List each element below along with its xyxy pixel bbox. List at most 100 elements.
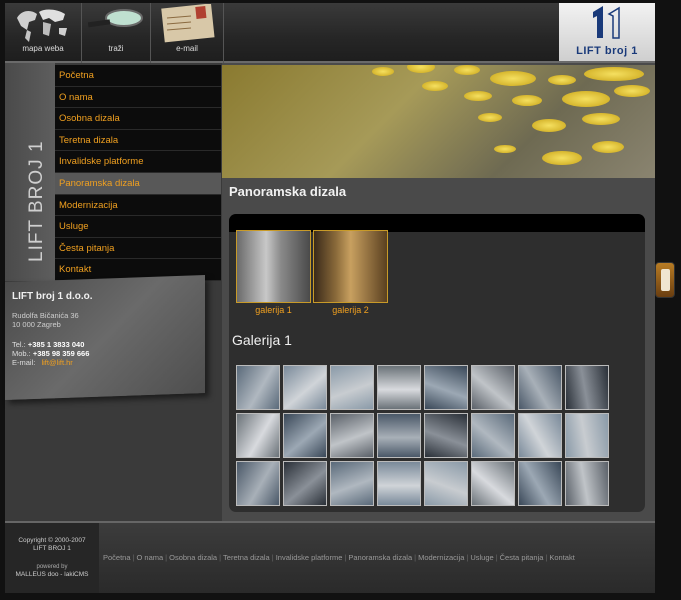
gallery-thumbnail[interactable] (565, 461, 609, 506)
footer-separator: | (545, 553, 548, 562)
banner-image (222, 65, 655, 178)
search-label: traži (108, 44, 124, 53)
footer-link[interactable]: Invalidske platforme (276, 553, 343, 562)
ceiling-light (478, 113, 502, 122)
footer-separator: | (466, 553, 469, 562)
gallery-thumbnail[interactable] (330, 413, 374, 458)
gallery-thumbnail[interactable] (565, 365, 609, 410)
copyright-text: Copyright © 2000-2007 (18, 537, 86, 544)
contact-info: LIFT broj 1 d.o.o. Rudolfa Bičanića 36 1… (12, 291, 212, 368)
page-title: Panoramska dizala (229, 184, 347, 199)
footer-link[interactable]: Kontakt (549, 553, 574, 562)
footer-link[interactable]: Početna (103, 553, 131, 562)
album-galerija-1[interactable]: galerija 1 (236, 230, 311, 315)
nav-item-panoramska-dizala[interactable]: Panoramska dizala (55, 172, 221, 195)
gallery-thumbnail[interactable] (471, 413, 515, 458)
ceiling-light (464, 91, 492, 101)
footer-link[interactable]: Modernizacija (418, 553, 464, 562)
ceiling-light (614, 85, 650, 97)
footer-link[interactable]: Teretna dizala (223, 553, 270, 562)
gallery-thumbnail[interactable] (283, 461, 327, 506)
footer-separator: | (495, 553, 498, 562)
footer-link[interactable]: O nama (136, 553, 163, 562)
ceiling-light (532, 119, 566, 132)
gallery-thumbnail[interactable] (283, 413, 327, 458)
nav-item-pocetna[interactable]: Početna (55, 65, 221, 87)
footer-separator: | (219, 553, 222, 562)
footer-credits: Copyright © 2000-2007 LIFT BROJ 1 powere… (5, 523, 99, 593)
album-caption: galerija 1 (255, 305, 292, 315)
nav-item-teretna-dizala[interactable]: Teretna dizala (55, 130, 221, 152)
footer-link[interactable]: Česta pitanja (500, 553, 544, 562)
gallery-thumbnail[interactable] (236, 365, 280, 410)
ceiling-light (494, 145, 516, 153)
tel-label: Tel.: (12, 340, 26, 349)
ceiling-light (422, 81, 448, 91)
footer-link[interactable]: Usluge (470, 553, 493, 562)
ceiling-light (512, 95, 542, 106)
sitemap-link[interactable]: mapa weba (5, 3, 81, 63)
ceiling-light (582, 113, 620, 125)
footer-link[interactable]: Panoramska dizala (348, 553, 412, 562)
mob-number: +385 98 359 666 (32, 349, 90, 358)
gallery-thumbnail[interactable] (518, 413, 562, 458)
nav-item-modernizacija[interactable]: Modernizacija (55, 195, 221, 217)
gallery-thumbnail[interactable] (518, 461, 562, 506)
magnifier-icon (87, 9, 143, 28)
logo-mark-icon (593, 6, 620, 39)
divider (223, 3, 224, 63)
nav-item-cesta-pitanja[interactable]: Česta pitanja (55, 238, 221, 260)
footer-nav: Početna | O nama | Osobna dizala | Teretna diz… (103, 553, 575, 562)
footer-separator: | (165, 553, 168, 562)
phone-row: Tel.: +385 1 3833 040 (12, 340, 212, 349)
address-city: 10 000 Zagreb (12, 320, 61, 329)
nav-item-o-nama[interactable]: O nama (55, 87, 221, 109)
gallery-thumbnail[interactable] (330, 461, 374, 506)
email-label: e-mail (176, 44, 198, 53)
elevator-icon[interactable] (655, 262, 675, 298)
footer-separator: | (271, 553, 274, 562)
gallery-thumbnail[interactable] (236, 461, 280, 506)
world-map-icon (17, 9, 67, 42)
contact-email-link[interactable]: lift@lift.hr (41, 358, 72, 367)
ceiling-light (407, 65, 435, 73)
tel-number: +385 1 3833 040 (27, 340, 85, 349)
email-row-label: E-mail: (12, 358, 36, 367)
postcard-icon (161, 3, 215, 43)
footer-link[interactable]: Osobna dizala (169, 553, 217, 562)
main-nav: Početna O nama Osobna dizala Teretna diz… (55, 65, 221, 281)
ceiling-light (454, 65, 480, 75)
gallery-thumbnail[interactable] (377, 461, 421, 506)
logo[interactable]: LIFT broj 1 (559, 3, 655, 61)
vertical-site-title: LIFT BROJ 1 (26, 140, 47, 262)
album-thumbnail (313, 230, 388, 303)
nav-item-osobna-dizala[interactable]: Osobna dizala (55, 108, 221, 130)
search-link[interactable]: traži (82, 3, 150, 63)
gallery-thumbnail[interactable] (377, 365, 421, 410)
gallery-thumbnail[interactable] (236, 413, 280, 458)
gallery-thumbnail[interactable] (330, 365, 374, 410)
powered-by-name[interactable]: MALLEUS doo - lakiCMS (5, 571, 99, 579)
gallery-thumbnail[interactable] (471, 461, 515, 506)
nav-item-usluge[interactable]: Usluge (55, 216, 221, 238)
album-galerija-2[interactable]: galerija 2 (313, 230, 388, 315)
gallery-thumbnail[interactable] (283, 365, 327, 410)
gallery-thumbnail[interactable] (471, 365, 515, 410)
gallery-thumbnail[interactable] (424, 461, 468, 506)
gallery-heading: Galerija 1 (232, 332, 292, 348)
logo-text: LIFT broj 1 (576, 45, 638, 57)
gallery-thumbnail[interactable] (565, 413, 609, 458)
ceiling-light (592, 141, 624, 153)
gallery-thumbnail[interactable] (377, 413, 421, 458)
sitemap-label: mapa weba (22, 44, 64, 53)
footer-separator: | (414, 553, 417, 562)
nav-item-invalidske-platforme[interactable]: Invalidske platforme (55, 151, 221, 173)
gallery-thumbnail[interactable] (424, 413, 468, 458)
gallery-thumbnail[interactable] (518, 365, 562, 410)
email-link[interactable]: e-mail (151, 3, 223, 63)
footer-separator: | (344, 553, 347, 562)
mobile-row: Mob.: +385 98 359 666 (12, 349, 212, 358)
gallery-thumbnail[interactable] (424, 365, 468, 410)
footer-separator: | (132, 553, 135, 562)
company-name: LIFT broj 1 d.o.o. (12, 291, 93, 302)
